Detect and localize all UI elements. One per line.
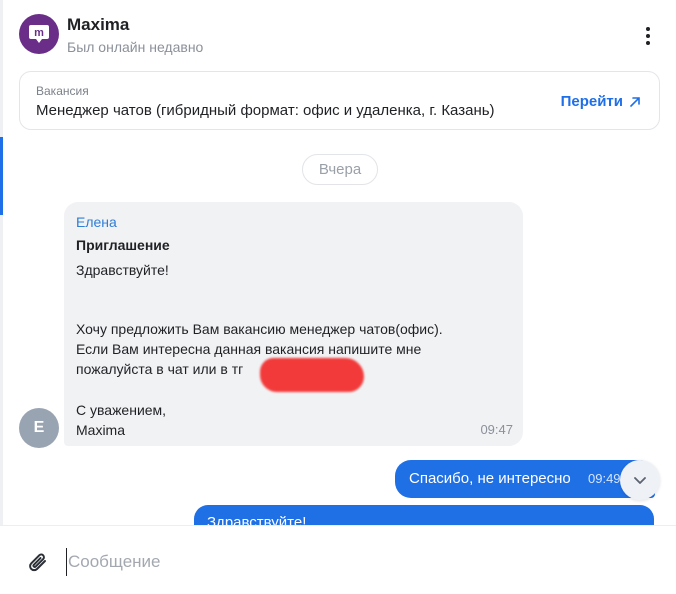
more-menu-button[interactable] [636, 24, 660, 48]
message-signature: Maxima [76, 422, 126, 438]
outgoing-message-bubble[interactable]: Спасибо, не интересно 09:49 [395, 460, 655, 498]
outgoing-message-time: 09:49 [588, 471, 621, 486]
maxima-logo-icon: m [29, 25, 49, 43]
vacancy-open-link[interactable]: Перейти [561, 93, 641, 110]
message-closing: С уважением, [76, 402, 167, 418]
message-greeting: Здравствуйте! [76, 262, 169, 278]
online-status: Был онлайн недавно [67, 39, 204, 55]
svg-text:m: m [34, 27, 44, 39]
vacancy-card[interactable]: Вакансия Менеджер чатов (гибридный форма… [19, 71, 660, 130]
sender-avatar[interactable]: Е [19, 408, 59, 448]
message-input[interactable] [66, 548, 626, 576]
more-vertical-icon [646, 27, 650, 31]
date-divider: Вчера [302, 154, 378, 185]
scroll-to-bottom-button[interactable] [620, 460, 660, 500]
message-time: 09:47 [480, 422, 513, 437]
message-line-2: Если Вам интересна данная вакансия напиш… [76, 341, 422, 357]
message-title: Приглашение [76, 237, 170, 253]
message-line-1: Хочу предложить Вам вакансию менеджер ча… [76, 321, 443, 337]
vacancy-label: Вакансия [36, 84, 89, 98]
incoming-message-bubble[interactable]: Елена Приглашение Здравствуйте! Хочу пре… [64, 202, 523, 446]
sender-name[interactable]: Елена [76, 214, 117, 230]
vacancy-open-label: Перейти [560, 93, 623, 110]
redaction-mark [260, 358, 364, 392]
left-panel-active-indicator [0, 137, 3, 215]
paperclip-icon [29, 553, 46, 572]
left-panel-edge [0, 0, 3, 594]
chat-title[interactable]: Maxima [67, 15, 129, 35]
message-composer [0, 525, 676, 594]
chat-header: m Maxima Был онлайн недавно [0, 0, 676, 66]
arrow-up-right-icon [630, 96, 640, 107]
company-avatar[interactable]: m [19, 14, 59, 54]
attach-button[interactable] [25, 550, 51, 576]
outgoing-message-text: Спасибо, не интересно [409, 470, 571, 487]
chevron-down-icon [634, 477, 646, 484]
message-line-3: пожалуйста в чат или в тг [76, 361, 244, 377]
more-vertical-icon-dot [646, 41, 650, 45]
more-vertical-icon-dot [646, 34, 650, 38]
vacancy-title: Менеджер чатов (гибридный формат: офис и… [36, 102, 495, 119]
